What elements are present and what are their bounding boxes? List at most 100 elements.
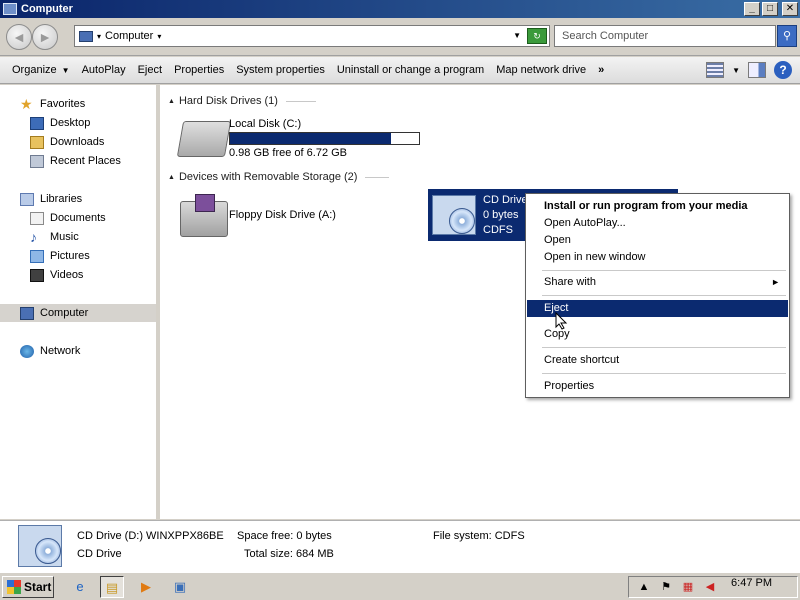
details-space-free: Space free: 0 bytes — [237, 530, 332, 542]
preview-pane-icon[interactable] — [748, 62, 766, 78]
address-row: ◄ ► ▾ Computer ▾ ▼ ↻ Search Computer ⚲ — [0, 18, 800, 56]
flag-icon[interactable]: ⚑ — [659, 580, 673, 594]
windows-logo-icon — [7, 580, 21, 594]
ie-icon[interactable]: e — [68, 576, 92, 598]
menu-item-share-with[interactable]: Share with ► — [527, 274, 788, 291]
star-icon: ★ — [20, 95, 33, 112]
disk-usage-bar — [229, 132, 420, 145]
uninstall-program-button[interactable]: Uninstall or change a program — [331, 64, 490, 76]
organize-button[interactable]: Organize ▼ — [6, 64, 76, 76]
volume-icon[interactable]: ◀ — [703, 580, 717, 594]
computer-icon — [3, 3, 17, 15]
forward-icon[interactable]: ► — [32, 24, 58, 50]
mouse-cursor-icon — [555, 312, 568, 330]
group-header-hard-disk[interactable]: ▲ Hard Disk Drives (1) — [168, 94, 316, 108]
sidebar-item-desktop[interactable]: Desktop — [30, 114, 90, 132]
eject-button[interactable]: Eject — [132, 64, 168, 76]
network-icon — [20, 344, 34, 358]
floppy-drive-icon[interactable] — [180, 194, 228, 237]
details-file-system: File system: CDFS — [433, 530, 525, 542]
start-button[interactable]: Start — [2, 576, 54, 598]
back-icon[interactable]: ◄ — [6, 24, 32, 50]
sidebar-item-favorites[interactable]: ★ Favorites — [20, 95, 85, 113]
cd-drive-free-space: 0 bytes — [483, 209, 519, 221]
search-input[interactable]: Search Computer — [554, 25, 776, 47]
sidebar-item-downloads[interactable]: Downloads — [30, 133, 104, 151]
network-status-icon[interactable]: ▦ — [681, 580, 695, 594]
desktop-icon — [30, 116, 44, 130]
menu-separator — [542, 347, 786, 348]
refresh-icon[interactable]: ↻ — [527, 28, 547, 44]
recent-places-icon — [30, 154, 44, 168]
menu-item-open[interactable]: Open — [527, 232, 788, 249]
close-button[interactable]: ✕ — [782, 2, 798, 16]
local-disk-free-space: 0.98 GB free of 6.72 GB — [229, 147, 348, 159]
media-player-icon[interactable]: ▶ — [134, 576, 158, 598]
minimize-button[interactable]: _ — [744, 2, 760, 16]
menu-separator — [542, 295, 786, 296]
pictures-icon — [30, 249, 44, 263]
sidebar-item-videos[interactable]: Videos — [30, 266, 83, 284]
documents-icon — [30, 211, 44, 225]
collapse-icon[interactable]: ▲ — [168, 98, 175, 105]
cd-drive-file-system: CDFS — [483, 224, 513, 236]
cd-drive-name: CD Drive — [483, 194, 528, 206]
group-divider — [365, 176, 390, 178]
group-header-removable[interactable]: ▲ Devices with Removable Storage (2) — [168, 170, 390, 184]
cd-drive-icon — [18, 525, 62, 567]
chevron-down-icon: ▼ — [61, 66, 70, 75]
group-divider — [285, 100, 316, 102]
maximize-button[interactable]: □ — [762, 2, 778, 16]
sidebar-item-music[interactable]: ♪ Music — [30, 228, 79, 246]
computer-icon — [20, 306, 34, 320]
views-icon[interactable] — [706, 62, 725, 78]
autoplay-button[interactable]: AutoPlay — [76, 64, 132, 76]
local-disk-name[interactable]: Local Disk (C:) — [229, 118, 301, 130]
details-name: CD Drive (D:) WINXPPX86BE — [77, 530, 224, 542]
menu-item-open-autoplay[interactable]: Open AutoPlay... — [527, 215, 788, 232]
details-total-size: Total size: 684 MB — [244, 548, 334, 560]
map-network-drive-button[interactable]: Map network drive — [490, 64, 592, 76]
address-path[interactable]: Computer — [105, 30, 153, 42]
system-tray: ▲ ⚑ ▦ ◀ — [628, 576, 798, 598]
help-icon[interactable]: ? — [774, 61, 792, 79]
explorer-icon[interactable]: ▤ — [100, 576, 124, 598]
network-adapter-icon[interactable]: ▣ — [168, 576, 192, 598]
sidebar-item-computer[interactable]: Computer — [20, 304, 88, 322]
menu-item-open-new-window[interactable]: Open in new window — [527, 249, 788, 266]
floppy-drive-name[interactable]: Floppy Disk Drive (A:) — [229, 209, 336, 221]
clock[interactable]: 6:47 PM — [731, 577, 772, 589]
address-dropdown-icon[interactable]: ▼ — [513, 31, 521, 40]
submenu-arrow-icon: ► — [771, 277, 780, 287]
more-commands-button[interactable]: » — [592, 64, 610, 76]
menu-separator — [542, 270, 786, 271]
menu-item-install-or-run[interactable]: Install or run program from your media — [527, 198, 788, 215]
details-pane: CD Drive (D:) WINXPPX86BE CD Drive Space… — [0, 520, 800, 572]
disk-usage-fill — [230, 133, 392, 144]
hard-disk-icon[interactable] — [176, 121, 232, 157]
collapse-icon[interactable]: ▲ — [168, 174, 175, 181]
sidebar-item-documents[interactable]: Documents — [30, 209, 106, 227]
menu-item-create-shortcut[interactable]: Create shortcut — [527, 352, 788, 369]
sidebar-item-pictures[interactable]: Pictures — [30, 247, 90, 265]
sidebar-item-libraries[interactable]: Libraries — [20, 190, 82, 208]
menu-item-properties[interactable]: Properties — [527, 378, 788, 395]
cd-drive-icon — [432, 195, 476, 235]
sidebar-item-recent-places[interactable]: Recent Places — [30, 152, 121, 170]
folder-icon — [30, 135, 44, 149]
taskbar: Start e ▤ ▶ ▣ ▲ ⚑ ▦ ◀ 6:47 PM — [0, 572, 800, 600]
search-icon[interactable]: ⚲ — [777, 25, 797, 47]
navigation-pane: ★ Favorites Desktop Downloads Recent Pla… — [0, 85, 158, 519]
system-properties-button[interactable]: System properties — [230, 64, 331, 76]
chevron-down-icon[interactable]: ▾ — [97, 32, 101, 41]
address-bar[interactable]: ▾ Computer ▾ ▼ ↻ — [74, 25, 550, 47]
libraries-icon — [20, 192, 34, 206]
properties-button[interactable]: Properties — [168, 64, 230, 76]
videos-icon — [30, 268, 44, 282]
chevron-down-icon[interactable]: ▼ — [732, 66, 740, 75]
chevron-down-icon[interactable]: ▾ — [157, 32, 161, 41]
command-bar: Organize ▼ AutoPlay Eject Properties Syst… — [0, 57, 800, 84]
title-bar[interactable]: Computer _ □ ✕ — [0, 0, 800, 18]
sidebar-item-network[interactable]: Network — [20, 342, 80, 360]
show-hidden-icons-icon[interactable]: ▲ — [637, 580, 651, 594]
